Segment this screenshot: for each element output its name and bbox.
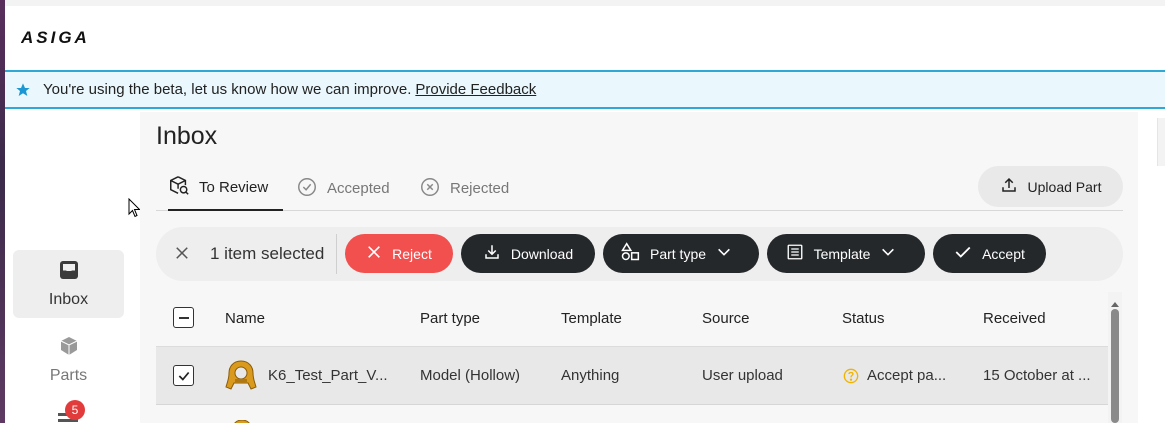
cell-part-type: Model (Hollow): [420, 367, 521, 384]
reject-button[interactable]: Reject: [345, 234, 453, 273]
inbox-icon: [59, 260, 79, 285]
sidebar-item-label: Inbox: [48, 290, 89, 308]
download-button[interactable]: Download: [461, 234, 595, 273]
page-title: Inbox: [156, 122, 218, 150]
tab-label: To Review: [199, 179, 269, 196]
template-dropdown[interactable]: Template: [767, 234, 925, 273]
tab-label: Rejected: [450, 180, 510, 197]
tab-rejected[interactable]: Rejected: [419, 166, 509, 211]
tab-to-review[interactable]: To Review: [168, 166, 283, 211]
template-label: Template: [813, 245, 871, 262]
cell-received: 15 October at ...: [983, 367, 1091, 384]
cell-template: Anything: [561, 367, 620, 384]
part-thumbnail: [222, 357, 260, 399]
sidebar-item-inbox[interactable]: Inbox: [13, 250, 124, 318]
cell-status: Accept pa...: [867, 367, 947, 384]
svg-text:ASIGA: ASIGA: [21, 30, 90, 46]
x-circle-icon: [419, 176, 450, 202]
column-header-received[interactable]: Received: [983, 310, 1046, 327]
close-icon: [366, 244, 392, 263]
chevron-down-icon: [716, 244, 742, 263]
asiga-logo: ASIGA: [20, 28, 145, 51]
cell-source: User upload: [702, 367, 783, 384]
download-label: Download: [510, 245, 574, 262]
check-icon: [954, 243, 982, 264]
sidebar-item-label: Parts: [49, 366, 88, 384]
question-circle-icon: [843, 368, 859, 388]
selection-count: 1 item selected: [210, 244, 325, 263]
chevron-down-icon: [880, 244, 906, 263]
banner-message: You're using the beta, let us know how w…: [43, 81, 412, 98]
divider: [336, 234, 337, 274]
table-header: Name Part type Template Source Status Re…: [156, 292, 1109, 347]
check-circle-icon: [296, 176, 327, 202]
shapes-icon: [620, 242, 650, 265]
column-header-name[interactable]: Name: [225, 310, 265, 327]
panel-edge-fragment: [1157, 118, 1165, 166]
column-header-part-type[interactable]: Part type: [420, 310, 480, 327]
column-header-source[interactable]: Source: [702, 310, 750, 327]
sidebar-item-parts[interactable]: Parts: [13, 326, 124, 394]
tab-label: Accepted: [327, 180, 390, 197]
scrollbar-thumb[interactable]: [1111, 309, 1119, 423]
column-header-status[interactable]: Status: [842, 310, 885, 327]
star-icon: [15, 82, 31, 98]
provide-feedback-link[interactable]: Provide Feedback: [415, 81, 536, 98]
part-thumbnail: [228, 415, 256, 423]
reject-label: Reject: [392, 245, 432, 262]
table-row[interactable]: [156, 405, 1109, 423]
clear-selection-close-icon[interactable]: [173, 244, 191, 267]
table-row[interactable]: K6_Test_Part_V... Model (Hollow) Anythin…: [156, 347, 1109, 405]
accept-button[interactable]: Accept: [933, 234, 1046, 273]
accept-label: Accept: [982, 245, 1025, 262]
tab-accepted[interactable]: Accepted: [296, 166, 390, 211]
upload-part-label: Upload Part: [1027, 178, 1102, 195]
upload-part-button[interactable]: Upload Part: [978, 166, 1123, 207]
cube-icon: [59, 336, 79, 361]
part-type-label: Part type: [649, 245, 707, 262]
review-icon: [168, 175, 199, 201]
notification-badge: 5: [65, 400, 85, 420]
select-all-checkbox[interactable]: [173, 307, 194, 328]
part-type-dropdown[interactable]: Part type: [603, 234, 759, 273]
beta-banner: You're using the beta, let us know how w…: [5, 70, 1165, 109]
cell-name: K6_Test_Part_V...: [268, 367, 388, 384]
template-icon: [786, 243, 814, 264]
row-checkbox[interactable]: [173, 365, 194, 386]
column-header-template[interactable]: Template: [561, 310, 622, 327]
upload-icon: [1000, 176, 1028, 197]
download-icon: [483, 243, 511, 264]
top-bar: ASIGA: [5, 0, 1165, 71]
